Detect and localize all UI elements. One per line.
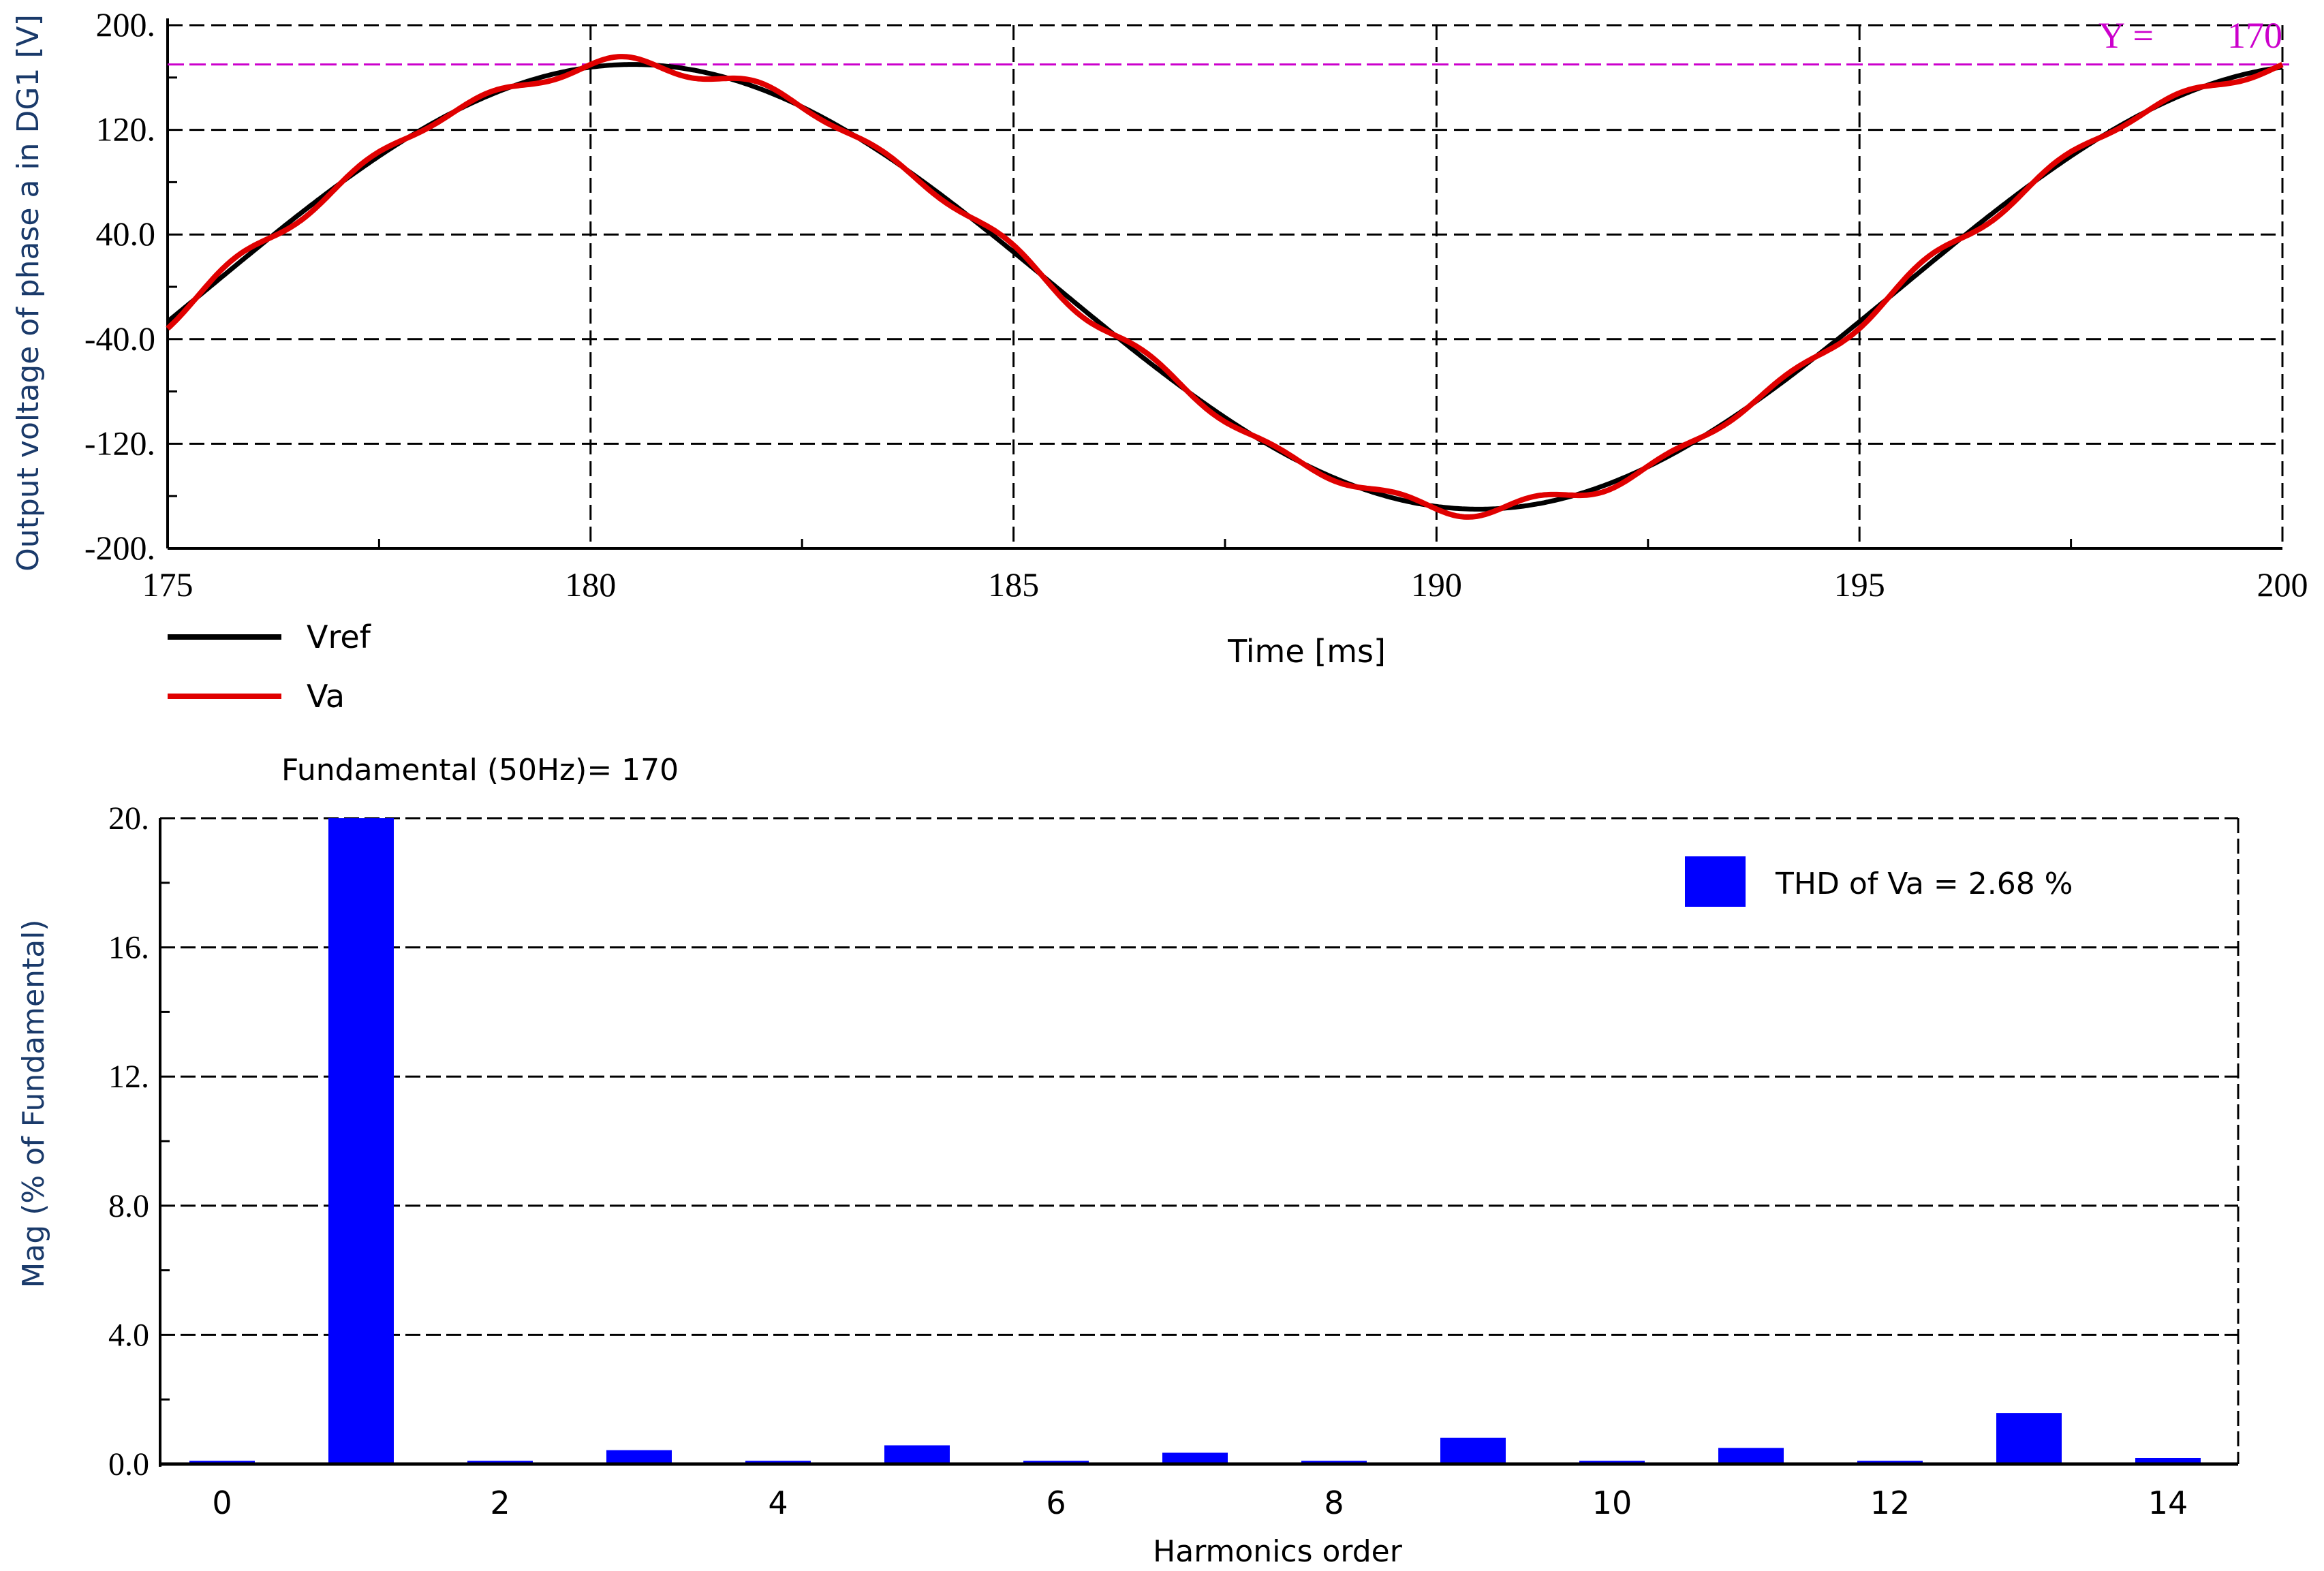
series-line-vref xyxy=(166,62,2283,512)
x-tick-label: 200 xyxy=(2257,565,2308,604)
y-tick-label: 20. xyxy=(108,800,149,837)
y-axis-title: Output voltage of phase a in DG1 [V] xyxy=(11,14,46,572)
x-tick-label: 4 xyxy=(768,1484,788,1521)
y-tick-label: 8.0 xyxy=(108,1188,149,1224)
y-tick-label: 4.0 xyxy=(108,1317,149,1353)
legend-label: Va xyxy=(307,678,345,715)
y-tick-label: 16. xyxy=(108,930,149,966)
y-tick-label: 0.0 xyxy=(108,1446,149,1482)
figure: 200.120.40.0-40.0-120.-200.175 180 185 190 1… xyxy=(11,5,2308,1569)
x-tick-label: 190 xyxy=(1411,565,1462,604)
y-tick-label: 40.0 xyxy=(96,215,156,253)
series-line-va xyxy=(166,54,2284,520)
bar-h13 xyxy=(1996,1413,2062,1464)
y-tick-label: 120. xyxy=(96,110,156,149)
legend-label: THD of Va = 2.68 % xyxy=(1775,867,2073,901)
bar-h11 xyxy=(1718,1448,1784,1464)
x-tick-label: 185 xyxy=(988,565,1039,604)
annotation-label: Y = xyxy=(2098,15,2154,56)
x-tick-label: 14 xyxy=(2148,1484,2188,1521)
annotation-value: 170 xyxy=(2227,15,2282,56)
legend-label: Vref xyxy=(307,619,372,655)
x-tick-label: 10 xyxy=(1592,1484,1632,1521)
y-tick-label: 12. xyxy=(108,1059,149,1095)
y-axis-title: Mag (% of Fundamental) xyxy=(16,919,51,1288)
y-tick-label: -40.0 xyxy=(84,320,155,358)
x-tick-label: 6 xyxy=(1046,1484,1066,1521)
y-tick-label: -200. xyxy=(84,529,155,567)
bar-h3 xyxy=(606,1450,672,1464)
bar-h9 xyxy=(1440,1437,1506,1464)
bar-h1 xyxy=(328,818,394,1464)
chart-title: Fundamental (50Hz)= 170 xyxy=(281,753,679,788)
legend-swatch xyxy=(1685,856,1746,907)
x-tick-label: 0 xyxy=(212,1484,232,1521)
bar-h5 xyxy=(884,1445,950,1464)
harmonics-plot: Fundamental (50Hz)= 170 20. 16. 12. 8.0 4.0 0.… xyxy=(16,753,2240,1569)
voltage-plot: 200. 120. 40.0 -40.0 -120. -200.175 180 185 190 1… xyxy=(11,5,2308,715)
y-tick-label: -120. xyxy=(84,424,155,462)
x-tick-label: 195 xyxy=(1834,565,1885,604)
y-tick-label: 200. xyxy=(96,5,156,44)
x-tick-label: 175 xyxy=(142,565,193,604)
x-tick-label: 180 xyxy=(565,565,616,604)
x-tick-label: 8 xyxy=(1324,1484,1344,1521)
x-axis-title: Harmonics order xyxy=(1153,1534,1403,1569)
x-axis-title: Time [ms] xyxy=(1227,633,1386,670)
x-tick-label: 2 xyxy=(490,1484,510,1521)
x-tick-label: 12 xyxy=(1870,1484,1910,1521)
